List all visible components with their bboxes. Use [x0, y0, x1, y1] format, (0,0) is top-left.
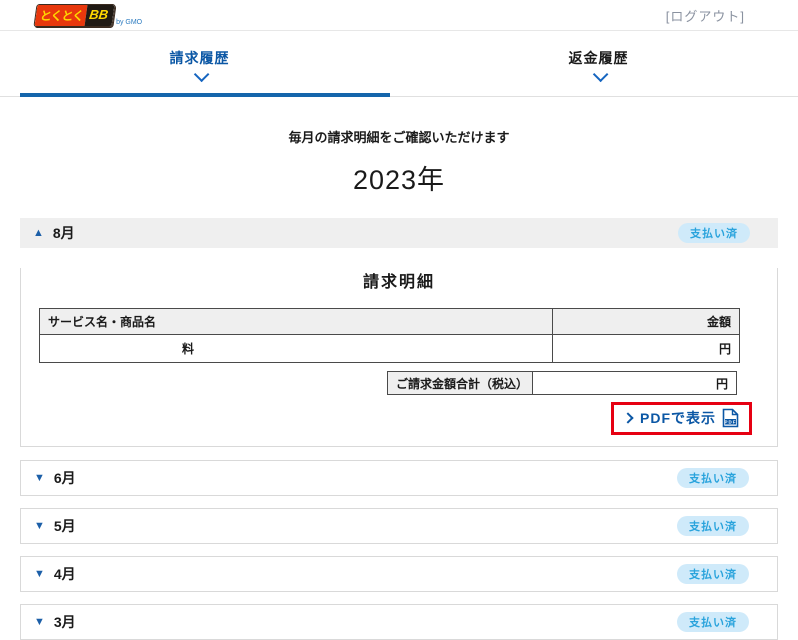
total-row: ご請求金額合計（税込） 円 [21, 371, 737, 395]
month-row-april[interactable]: ▼ 4月 支払い済 [20, 556, 778, 592]
month-label: 3月 [53, 614, 76, 630]
active-tab-underline [20, 93, 390, 97]
annotation-highlight-box: PDFで表示 PDF [611, 402, 752, 435]
month-panel-august: ▲ 8月 支払い済 請求明細 サービス名・商品名 金額 料 円 ご請求金額合計（… [20, 218, 778, 447]
triangle-down-icon: ▼ [34, 471, 45, 484]
total-value: 円 [533, 371, 737, 395]
chevron-down-icon [592, 66, 609, 83]
month-label: 6月 [53, 470, 76, 486]
tab-billing-history-label: 請求履歴 [169, 50, 230, 66]
detail-title: 請求明細 [362, 274, 435, 291]
logo-mark: とくとく BB [33, 3, 116, 27]
column-header-amount: 金額 [552, 308, 740, 335]
month-panel-body: 請求明細 サービス名・商品名 金額 料 円 ご請求金額合計（税込） 円 PDFで… [20, 268, 778, 447]
site-header: とくとく BB by GMO [ログアウト] [0, 0, 798, 31]
tab-billing-history[interactable]: 請求履歴 [0, 31, 399, 96]
triangle-down-icon: ▼ [34, 567, 45, 580]
status-badge: 支払い済 [677, 564, 749, 584]
table-header-row: サービス名・商品名 金額 [39, 308, 740, 335]
status-badge: 支払い済 [677, 516, 749, 536]
chevron-down-icon [193, 66, 210, 83]
year-title: 2023年 [352, 165, 446, 195]
amount-cell: 円 [552, 334, 740, 363]
month-label: 5月 [53, 518, 76, 534]
logout-link[interactable]: [ログアウト] [666, 6, 745, 25]
status-badge: 支払い済 [677, 612, 749, 632]
chevron-right-icon [622, 412, 634, 424]
billing-detail-table: サービス名・商品名 金額 料 円 [39, 308, 740, 363]
tab-refund-history-label: 返金履歴 [568, 50, 629, 66]
pdf-view-link[interactable]: PDFで表示 PDF [622, 408, 739, 428]
pdf-file-icon: PDF [722, 408, 739, 428]
billing-history-page: とくとく BB by GMO [ログアウト] 請求履歴 返金履歴 毎月の請求明細… [0, 0, 798, 640]
svg-text:PDF: PDF [725, 419, 737, 424]
month-label: 4月 [53, 566, 76, 582]
status-badge: 支払い済 [678, 223, 750, 243]
logo-byline: by GMO [116, 18, 143, 26]
pdf-view-link-label: PDFで表示 [640, 410, 716, 426]
service-name-cell: 料 [39, 334, 553, 363]
tokutoku-bb-logo[interactable]: とくとく BB by GMO [33, 3, 143, 27]
status-badge: 支払い済 [677, 468, 749, 488]
triangle-down-icon: ▼ [34, 519, 45, 532]
pdf-row: PDFで表示 PDF [21, 402, 752, 435]
month-row-june[interactable]: ▼ 6月 支払い済 [20, 460, 778, 496]
triangle-up-icon: ▲ [33, 226, 44, 239]
tab-bar: 請求履歴 返金履歴 [0, 31, 798, 97]
table-row: 料 円 [39, 334, 740, 363]
total-label: ご請求金額合計（税込） [387, 371, 533, 395]
logo-kana-text: とくとく [34, 4, 88, 26]
month-row-may[interactable]: ▼ 5月 支払い済 [20, 508, 778, 544]
column-header-service: サービス名・商品名 [39, 308, 553, 335]
month-row-august[interactable]: ▲ 8月 支払い済 [20, 218, 778, 248]
triangle-down-icon: ▼ [34, 615, 45, 628]
month-label: 8月 [52, 225, 75, 241]
tab-refund-history[interactable]: 返金履歴 [399, 31, 798, 96]
logo-bb-text: BB [84, 4, 115, 26]
intro-text: 毎月の請求明細をご確認いただけます [288, 130, 510, 145]
month-row-march[interactable]: ▼ 3月 支払い済 [20, 604, 778, 640]
